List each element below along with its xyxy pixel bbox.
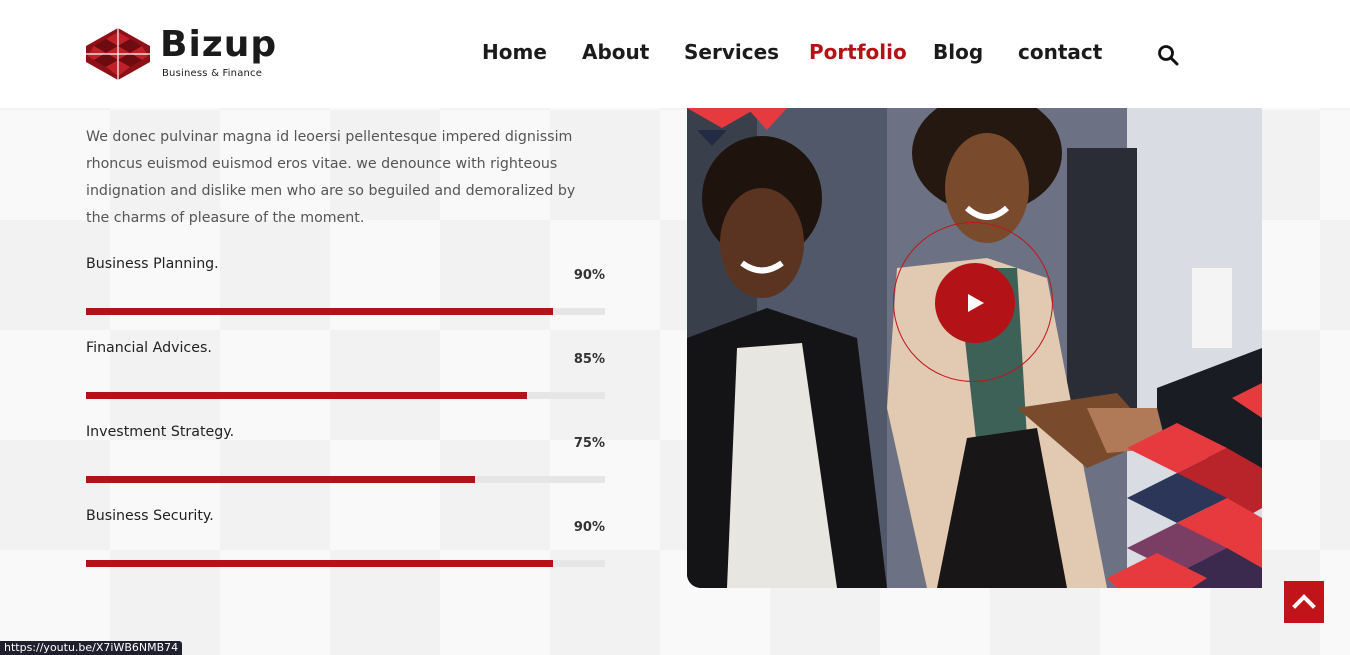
intro-line: We donec pulvinar magna id leoersi pelle… [86, 129, 573, 145]
skill-label: Investment Strategy. [86, 424, 235, 440]
status-bar-url: https://youtu.be/X7iWB6NMB74 [0, 641, 183, 655]
skill-progress-fill [86, 308, 554, 315]
skill-progress-fill [86, 476, 476, 483]
nav-services[interactable]: Services [684, 40, 779, 64]
skill-percent: 90% [573, 268, 605, 283]
intro-line: indignation and dislike men who are so b… [86, 183, 576, 199]
logo-mark-icon [86, 28, 150, 80]
skill-progress-track [86, 392, 605, 399]
skill-label: Financial Advices. [86, 340, 212, 356]
skill-investment-strategy: Investment Strategy. 75% [86, 424, 605, 484]
intro-line: the charms of pleasure of the moment. [86, 210, 365, 226]
play-icon[interactable] [935, 263, 1015, 343]
brand-tagline: Business & Finance [162, 68, 263, 79]
skill-percent: 90% [573, 520, 605, 535]
skill-label: Business Security. [86, 508, 214, 524]
search-icon[interactable] [1156, 43, 1180, 67]
skill-business-security: Business Security. 90% [86, 508, 605, 568]
nav-contact[interactable]: contact [1018, 40, 1102, 64]
nav-blog[interactable]: Blog [933, 40, 983, 64]
skill-label: Business Planning. [86, 256, 219, 272]
intro-paragraph: We donec pulvinar magna id leoersi pelle… [86, 124, 616, 232]
chevron-up-icon [1292, 594, 1316, 609]
skill-percent: 85% [573, 352, 605, 367]
intro-line: rhoncus euismod euismod eros vitae. we d… [86, 156, 558, 172]
scroll-to-top-button[interactable] [1284, 581, 1324, 623]
nav-about[interactable]: About [582, 40, 649, 64]
nav-home[interactable]: Home [482, 40, 547, 64]
skill-progress-track [86, 476, 605, 483]
skill-financial-advices: Financial Advices. 85% [86, 340, 605, 400]
skill-business-planning: Business Planning. 90% [86, 256, 605, 316]
skill-progress-track [86, 560, 605, 567]
site-header: Bizup Business & Finance Home About Serv… [0, 0, 1350, 108]
skill-progress-fill [86, 560, 554, 567]
brand-logo[interactable]: Bizup Business & Finance [86, 24, 286, 82]
brand-name: Bizup [160, 24, 278, 65]
nav-portfolio[interactable]: Portfolio [809, 40, 907, 64]
skill-progress-track [86, 308, 605, 315]
skill-progress-fill [86, 392, 528, 399]
skill-percent: 75% [573, 436, 605, 451]
